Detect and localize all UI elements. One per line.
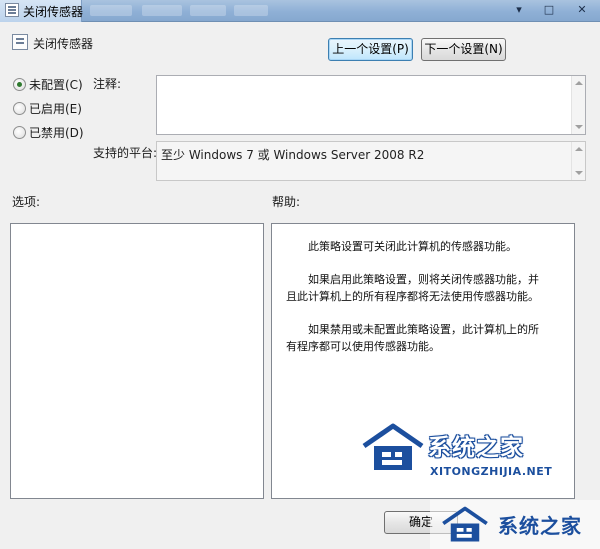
- blurred-tab-3: [190, 5, 226, 16]
- radio-not-configured-label: 未配置(C): [29, 77, 83, 92]
- radio-not-configured[interactable]: 未配置(C): [13, 76, 83, 92]
- radio-enabled[interactable]: 已启用(E): [13, 100, 82, 116]
- help-paragraph: 如果启用此策略设置，则将关闭传感器功能，并且此计算机上的所有程序都将无法使用传感…: [286, 273, 539, 303]
- watermark-text-en: XITONGZHIJIA.NET: [430, 465, 553, 478]
- close-icon[interactable]: ✕: [573, 2, 591, 18]
- scroll-up-icon[interactable]: [575, 147, 583, 151]
- platform-field: 至少 Windows 7 或 Windows Server 2008 R2: [156, 141, 586, 181]
- help-text: 此策略设置可关闭此计算机的传感器功能。 如果启用此策略设置，则将关闭传感器功能，…: [272, 238, 558, 371]
- watermark-site: 系统之家 XITONGZHIJIA.NET: [330, 410, 570, 490]
- comment-textarea[interactable]: [156, 75, 586, 135]
- policy-setting-icon: [12, 34, 28, 50]
- platform-label: 支持的平台:: [93, 146, 158, 160]
- radio-enabled-icon[interactable]: [13, 101, 26, 115]
- minimize-icon[interactable]: ▾: [510, 2, 528, 18]
- blurred-tab-1: [90, 5, 132, 16]
- watermark-text-cn: 系统之家: [428, 435, 524, 461]
- blurred-tab-4: [234, 5, 268, 16]
- next-setting-button[interactable]: 下一个设置(N): [421, 38, 506, 61]
- options-pane[interactable]: [10, 223, 264, 499]
- platform-scrollbar[interactable]: [571, 142, 585, 180]
- radio-disabled[interactable]: 已禁用(D): [13, 124, 84, 140]
- platform-value: 至少 Windows 7 或 Windows Server 2008 R2: [161, 148, 425, 162]
- policy-dialog: 关闭传感器 ▾ □ ✕ 关闭传感器 上一个设置(P) 下一个设置(N) 未配置(…: [0, 0, 600, 549]
- radio-disabled-label: 已禁用(D): [29, 125, 84, 140]
- maximize-icon[interactable]: □: [540, 2, 558, 18]
- help-paragraph: 如果禁用或未配置此策略设置，此计算机上的所有程序都可以使用传感器功能。: [286, 323, 539, 353]
- options-label: 选项:: [12, 195, 41, 209]
- policy-app-icon: [5, 3, 19, 17]
- radio-enabled-label: 已启用(E): [29, 101, 82, 116]
- help-paragraph: 此策略设置可关闭此计算机的传感器功能。: [308, 240, 517, 253]
- comment-scrollbar[interactable]: [571, 76, 585, 134]
- watermark-text-cn: 系统之家: [498, 514, 582, 538]
- scroll-down-icon[interactable]: [575, 125, 583, 129]
- scroll-down-icon[interactable]: [575, 171, 583, 175]
- policy-title: 关闭传感器: [33, 37, 94, 51]
- radio-not-configured-icon[interactable]: [13, 77, 26, 91]
- help-label: 帮助:: [272, 195, 301, 209]
- window-title: 关闭传感器: [23, 5, 84, 19]
- watermark-house-icon: [442, 506, 488, 542]
- watermark-corner: 系统之家: [430, 500, 600, 549]
- prev-setting-button[interactable]: 上一个设置(P): [328, 38, 413, 61]
- scroll-up-icon[interactable]: [575, 81, 583, 85]
- watermark-house-icon: [362, 423, 424, 470]
- title-bar[interactable]: 关闭传感器 ▾ □ ✕: [0, 0, 600, 22]
- blurred-tab-2: [142, 5, 182, 16]
- radio-disabled-icon[interactable]: [13, 125, 26, 139]
- comment-label: 注释:: [93, 77, 122, 91]
